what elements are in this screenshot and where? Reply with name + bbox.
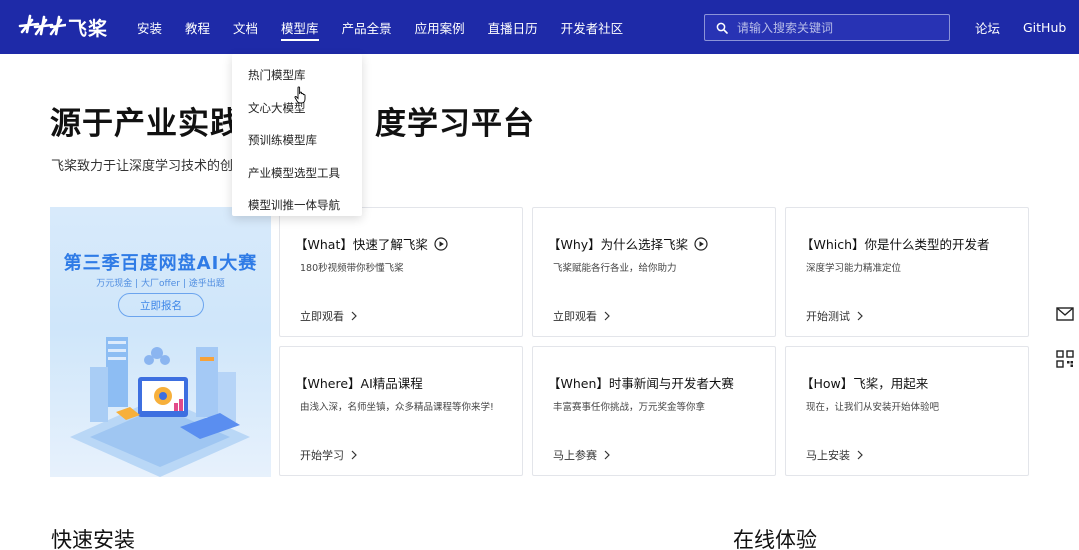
card-action-label: 开始测试 — [806, 310, 850, 323]
card-title: 【Which】你是什么类型的开发者 — [801, 234, 990, 253]
forum-link[interactable]: 论坛 — [975, 0, 1000, 54]
card-action-link[interactable]: 立即观看 — [300, 308, 358, 324]
nav-item-cases[interactable]: 应用案例 — [415, 0, 465, 54]
card-description: 现在，让我们从安装开始体验吧 — [806, 402, 940, 413]
hero-title-left: 源于产业实践 — [50, 106, 242, 142]
card-action-label: 立即观看 — [553, 310, 597, 323]
banner-title: 第三季百度网盘AI大赛 — [63, 253, 258, 274]
chevron-right-icon — [603, 311, 611, 321]
online-try-heading: 在线体验 — [733, 528, 817, 550]
card-title-text: 【Why】为什么选择飞桨 — [548, 237, 689, 252]
card-description: 丰富赛事任你挑战，万元奖金等你拿 — [553, 402, 706, 413]
card-description: 飞桨赋能各行各业，给你助力 — [553, 263, 677, 274]
card-title-text: 【What】快速了解飞桨 — [295, 237, 428, 252]
chevron-right-icon — [856, 450, 864, 460]
search-box[interactable] — [704, 14, 950, 41]
card-when[interactable]: 【When】时事新闻与开发者大赛 丰富赛事任你挑战，万元奖金等你拿 马上参赛 — [532, 346, 776, 476]
card-action-link[interactable]: 马上参赛 — [553, 447, 611, 463]
card-action-link[interactable]: 立即观看 — [553, 308, 611, 324]
search-icon — [715, 21, 729, 35]
card-what[interactable]: 【What】快速了解飞桨 180秒视频带你秒懂飞桨 立即观看 — [279, 207, 523, 337]
paddle-logo-mark — [18, 14, 66, 36]
banner-illustration — [70, 337, 250, 477]
card-how[interactable]: 【How】飞桨，用起来 现在，让我们从安装开始体验吧 马上安装 — [785, 346, 1029, 476]
dropdown-item-model-selection-tool[interactable]: 产业模型选型工具 — [232, 157, 362, 190]
qr-code-icon[interactable] — [1054, 348, 1076, 370]
card-action-label: 马上安装 — [806, 449, 850, 462]
hero-subtitle: 飞桨致力于让深度学习技术的创 — [51, 159, 234, 174]
card-title: 【Why】为什么选择飞桨 — [548, 234, 708, 253]
banner-tags: 万元现金 | 大厂offer | 途乎出题 — [96, 279, 225, 289]
banner-signup-button[interactable]: 立即报名 — [118, 293, 204, 317]
card-which[interactable]: 【Which】你是什么类型的开发者 深度学习能力精准定位 开始测试 — [785, 207, 1029, 337]
nav-item-live-calendar[interactable]: 直播日历 — [488, 0, 538, 54]
card-where[interactable]: 【Where】AI精品课程 由浅入深，名师坐镇，众多精品课程等你来学! 开始学习 — [279, 346, 523, 476]
paddle-logo[interactable]: 飞桨 — [18, 12, 108, 42]
card-title: 【What】快速了解飞桨 — [295, 234, 448, 253]
card-why[interactable]: 【Why】为什么选择飞桨 飞桨赋能各行各业，给你助力 立即观看 — [532, 207, 776, 337]
hand-cursor-icon — [294, 86, 308, 108]
card-action-label: 立即观看 — [300, 310, 344, 323]
nav-item-model-library[interactable]: 模型库 — [281, 0, 319, 54]
card-title-text: 【Where】AI精品课程 — [295, 376, 423, 391]
search-input[interactable] — [737, 20, 937, 35]
nav-item-install[interactable]: 安装 — [137, 0, 162, 54]
card-action-label: 开始学习 — [300, 449, 344, 462]
main-nav: 安装 教程 文档 模型库 产品全景 应用案例 直播日历 开发者社区 — [137, 0, 646, 54]
top-navigation-bar: 飞桨 安装 教程 文档 模型库 产品全景 应用案例 直播日历 开发者社区 论坛 … — [0, 0, 1079, 54]
card-description: 180秒视频带你秒懂飞桨 — [300, 263, 404, 274]
play-circle-icon[interactable] — [694, 236, 708, 251]
dropdown-item-train-infer-nav[interactable]: 模型训推一体导航 — [232, 189, 362, 222]
card-action-link[interactable]: 开始学习 — [300, 447, 358, 463]
play-circle-icon[interactable] — [434, 236, 448, 251]
hero-title-right: 度学习平台 — [375, 106, 535, 142]
chevron-right-icon — [603, 450, 611, 460]
github-link[interactable]: GitHub — [1023, 0, 1066, 54]
chevron-right-icon — [350, 450, 358, 460]
contest-banner[interactable]: 第三季百度网盘AI大赛 万元现金 | 大厂offer | 途乎出题 立即报名 — [50, 207, 271, 477]
card-title: 【When】时事新闻与开发者大赛 — [548, 373, 734, 392]
card-action-link[interactable]: 马上安装 — [806, 447, 864, 463]
card-action-label: 马上参赛 — [553, 449, 597, 462]
card-title: 【How】飞桨，用起来 — [801, 373, 928, 392]
chevron-right-icon — [350, 311, 358, 321]
card-title-text: 【How】飞桨，用起来 — [801, 376, 929, 391]
card-title: 【Where】AI精品课程 — [295, 373, 423, 392]
card-description: 由浅入深，名师坐镇，众多精品课程等你来学! — [300, 402, 494, 413]
brand-name: 飞桨 — [68, 17, 109, 40]
model-library-dropdown: 热门模型库 文心大模型 预训练模型库 产业模型选型工具 模型训推一体导航 — [232, 54, 362, 216]
chevron-right-icon — [856, 311, 864, 321]
card-action-link[interactable]: 开始测试 — [806, 308, 864, 324]
card-title-text: 【When】时事新闻与开发者大赛 — [548, 376, 734, 391]
nav-item-tutorial[interactable]: 教程 — [185, 0, 210, 54]
nav-item-docs[interactable]: 文档 — [233, 0, 258, 54]
card-description: 深度学习能力精准定位 — [806, 263, 902, 274]
nav-item-dev-community[interactable]: 开发者社区 — [561, 0, 624, 54]
card-title-text: 【Which】你是什么类型的开发者 — [801, 237, 990, 252]
mail-icon[interactable] — [1054, 303, 1076, 325]
nav-item-products[interactable]: 产品全景 — [342, 0, 392, 54]
dropdown-item-pretrained-models[interactable]: 预训练模型库 — [232, 124, 362, 157]
quick-install-heading: 快速安装 — [51, 528, 135, 550]
